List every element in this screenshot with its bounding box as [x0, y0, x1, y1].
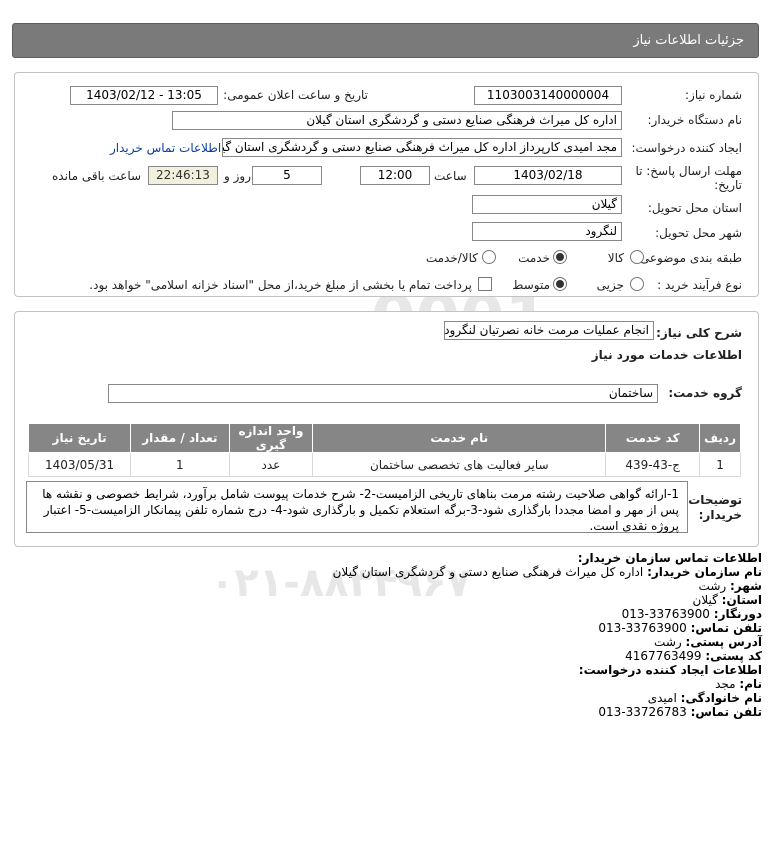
remaining-time-label: ساعت باقی مانده	[52, 169, 142, 183]
buyer-contact-link[interactable]: اطلاعات تماس خریدار	[110, 141, 221, 155]
services-section-title: اطلاعات خدمات مورد نیاز	[591, 348, 742, 362]
col-need-date: تاریخ نیاز	[27, 423, 132, 453]
table-header-row: ردیف کد خدمت نام خدمت واحد اندازه گیری ت…	[27, 423, 741, 453]
cell-row-number: 1	[699, 452, 741, 477]
col-service-name: نام خدمت	[312, 423, 607, 453]
city-field[interactable]: لنگرود	[472, 222, 622, 241]
contact-title: اطلاعات تماس سازمان خریدار:	[577, 551, 762, 565]
remaining-time-field: 22:46:13	[148, 166, 218, 185]
buyer-notes-label-line1: توضیحات	[688, 493, 742, 507]
category-radio-service[interactable]	[553, 250, 567, 264]
buyer-org-label: نام دستگاه خریدار:	[647, 113, 743, 127]
category-option-goods: کالا	[607, 251, 624, 265]
requester-label: ایجاد کننده درخواست:	[631, 141, 742, 155]
services-table: ردیف کد خدمت نام خدمت واحد اندازه گیری ت…	[27, 423, 741, 477]
requester-field[interactable]: مجد امیدی کارپرداز اداره کل میراث فرهنگی…	[222, 138, 622, 157]
category-option-goods-service: کالا/خدمت	[425, 251, 478, 265]
service-group-label: گروه خدمت:	[668, 386, 742, 400]
treasury-bonds-label: پرداخت تمام یا بخشی از مبلغ خرید،از محل …	[89, 278, 472, 292]
province-label: استان محل تحویل:	[647, 201, 742, 215]
province-field[interactable]: گیلان	[472, 195, 622, 214]
purchase-option-medium: متوسط	[512, 278, 550, 292]
city-label: شهر محل تحویل:	[655, 226, 742, 240]
col-quantity: تعداد / مقدار	[130, 423, 230, 453]
buyer-notes-text: 1-ارائه گواهی صلاحیت رشته مرمت بناهای تا…	[26, 481, 688, 533]
category-radio-goods[interactable]	[630, 250, 644, 264]
deadline-days-label: روز و	[224, 169, 251, 183]
contact-fax: دورنگار: 33763900-013	[621, 607, 762, 621]
service-group-field[interactable]: ساختمان	[108, 384, 658, 403]
category-radio-goods-service[interactable]	[482, 250, 496, 264]
cell-need-date: 1403/05/31	[27, 452, 132, 477]
announce-datetime-field[interactable]: 1403/02/12 - 13:05	[70, 86, 218, 105]
summary-label: شرح کلی نیاز:	[656, 326, 742, 340]
cell-unit: عدد	[228, 452, 314, 477]
contact-address: آدرس پستی: رشت	[654, 635, 762, 649]
purchase-option-minor: جزیی	[596, 278, 624, 292]
purchase-type-label: نوع فرآیند خرید :	[657, 278, 742, 292]
creator-title: اطلاعات ایجاد کننده درخواست:	[578, 663, 762, 677]
deadline-label-line1: مهلت ارسال پاسخ: تا	[635, 164, 742, 178]
creator-phone: تلفن تماس: 33726783-013	[598, 705, 762, 719]
contact-org: نام سازمان خریدار: اداره کل میراث فرهنگی…	[332, 565, 762, 579]
category-option-service: خدمت	[518, 251, 550, 265]
col-unit: واحد اندازه گیری	[228, 423, 314, 453]
table-row: 1 ج-43-439 سایر فعالیت های تخصصی ساختمان…	[27, 452, 741, 477]
contact-postal-code: کد پستی: 4167763499	[625, 649, 762, 663]
cell-service-code: ج-43-439	[605, 452, 701, 477]
category-label: طبقه بندی موضوعی:	[635, 251, 742, 265]
need-number-field[interactable]: 1103003140000004	[474, 86, 622, 105]
deadline-days-field[interactable]: 5	[252, 166, 322, 185]
page-title: جزئیات اطلاعات نیاز	[633, 33, 744, 48]
deadline-date-field[interactable]: 1403/02/18	[474, 166, 622, 185]
buyer-org-field[interactable]: اداره کل میراث فرهنگی صنایع دستی و گردشگ…	[172, 111, 622, 130]
contact-province: استان: گیلان	[692, 593, 763, 607]
col-row-number: ردیف	[699, 423, 741, 453]
cell-service-name: سایر فعالیت های تخصصی ساختمان	[312, 452, 607, 477]
col-service-code: کد خدمت	[605, 423, 701, 453]
purchase-radio-medium[interactable]	[553, 277, 567, 291]
announce-datetime-label: تاریخ و ساعت اعلان عمومی:	[223, 88, 368, 102]
creator-name: نام: مجد	[715, 677, 762, 691]
summary-field[interactable]: انجام عملیات مرمت خانه نصرتیان لنگرود	[444, 321, 654, 340]
cell-quantity: 1	[130, 452, 230, 477]
need-number-label: شماره نیاز:	[685, 88, 742, 102]
contact-phone: تلفن تماس: 33763900-013	[598, 621, 762, 635]
treasury-bonds-checkbox[interactable]	[478, 277, 492, 291]
page-header: جزئیات اطلاعات نیاز	[12, 23, 759, 58]
deadline-label-line2: تاریخ:	[714, 178, 742, 192]
purchase-radio-minor[interactable]	[630, 277, 644, 291]
creator-family: نام خانوادگی: امیدی	[647, 691, 762, 705]
contact-city: شهر: رشت	[698, 579, 762, 593]
deadline-time-label: ساعت	[434, 169, 467, 183]
buyer-notes-label-line2: خریدار:	[698, 508, 742, 522]
deadline-time-field[interactable]: 12:00	[360, 166, 430, 185]
